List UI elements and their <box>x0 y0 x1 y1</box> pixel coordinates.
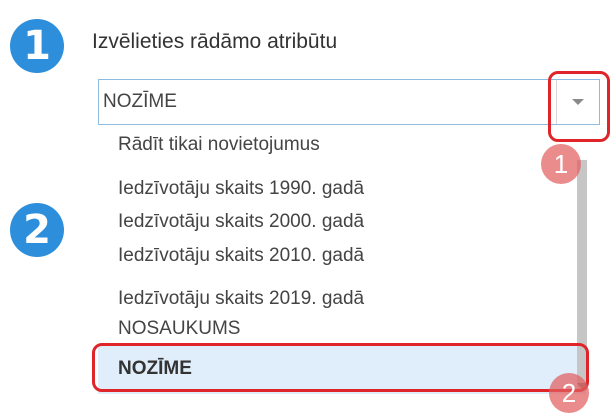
option-population-2000[interactable]: Iedzīvotāju skaits 2000. gadā <box>118 211 364 233</box>
attribute-select-value: NOZĪME <box>103 91 177 112</box>
step-1-badge: 1 <box>10 19 64 73</box>
annotation-marker-1: 1 <box>541 144 581 184</box>
step-2-badge: 2 <box>10 203 64 257</box>
annotation-marker-2: 2 <box>549 373 589 413</box>
option-nosaukums[interactable]: NOSAUKUMS <box>118 318 240 340</box>
option-population-2010[interactable]: Iedzīvotāju skaits 2010. gadā <box>118 245 364 267</box>
page: 1 Izvēlieties rādāmo atribūtu 2 NOZĪME R… <box>0 0 613 419</box>
selected-option-annotation <box>92 343 589 392</box>
dropdown-toggle-annotation <box>548 71 610 142</box>
attribute-select[interactable]: NOZĪME <box>98 79 600 125</box>
option-population-2019[interactable]: Iedzīvotāju skaits 2019. gadā <box>118 288 364 310</box>
option-population-1990[interactable]: Iedzīvotāju skaits 1990. gadā <box>118 178 364 200</box>
step-1-title: Izvēlieties rādāmo atribūtu <box>92 30 338 53</box>
option-show-locations-only[interactable]: Rādīt tikai novietojumus <box>118 134 320 156</box>
